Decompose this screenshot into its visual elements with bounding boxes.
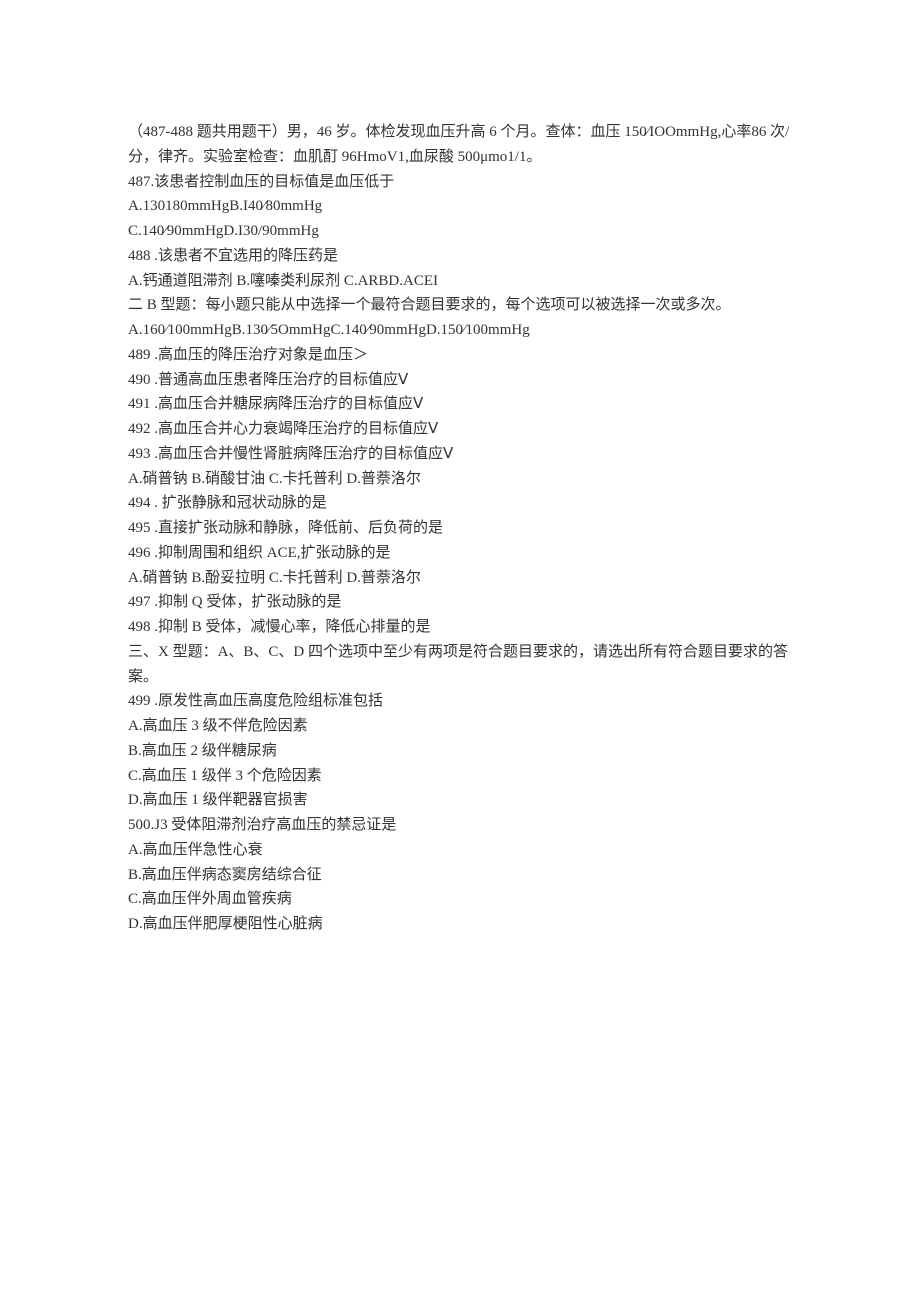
question-491: 491 .高血压合并糖尿病降压治疗的目标值应Ⅴ xyxy=(128,392,792,417)
shared-options-497-498: A.硝普钠 B.酚妥拉明 C.卡托普利 D.普萘洛尔 xyxy=(128,566,792,591)
option-499-d: D.高血压 1 级伴靶器官损害 xyxy=(128,788,792,813)
options-487-ab: A.130180mmHgB.I40∕80mmHg xyxy=(128,194,792,219)
document-body: （487-488 题共用题干）男，46 岁。体检发现血压升高 6 个月。查体：血… xyxy=(128,120,792,937)
section-b-heading: 二 B 型题：每小题只能从中选择一个最符合题目要求的，每个选项可以被选择一次或多… xyxy=(128,293,792,318)
question-498: 498 .抑制 B 受体，减慢心率，降低心排量的是 xyxy=(128,615,792,640)
shared-options-489-493: A.160∕100mmHgB.130∕5OmmHgC.140∕90mmHgD.1… xyxy=(128,318,792,343)
question-490: 490 .普通高血压患者降压治疗的目标值应Ⅴ xyxy=(128,368,792,393)
section-x-heading: 三、X 型题：A、B、C、D 四个选项中至少有两项是符合题目要求的，请选出所有符… xyxy=(128,640,792,690)
option-499-b: B.高血压 2 级伴糖尿病 xyxy=(128,739,792,764)
question-496: 496 .抑制周围和组织 ACE,扩张动脉的是 xyxy=(128,541,792,566)
option-499-a: A.高血压 3 级不伴危险因素 xyxy=(128,714,792,739)
options-488: A.钙通道阻滞剂 B.噻嗪类利尿剂 C.ARBD.ACEI xyxy=(128,269,792,294)
question-495: 495 .直接扩张动脉和静脉，降低前、后负荷的是 xyxy=(128,516,792,541)
question-494: 494 . 扩张静脉和冠状动脉的是 xyxy=(128,491,792,516)
question-500: 500.J3 受体阻滞剂治疗高血压的禁忌证是 xyxy=(128,813,792,838)
question-499: 499 .原发性高血压高度危险组标准包括 xyxy=(128,689,792,714)
question-487: 487.该患者控制血压的目标值是血压低于 xyxy=(128,170,792,195)
case-stem: （487-488 题共用题干）男，46 岁。体检发现血压升高 6 个月。查体：血… xyxy=(128,120,792,170)
question-488: 488 .该患者不宜选用的降压药是 xyxy=(128,244,792,269)
question-497: 497 .抑制 Q 受体，扩张动脉的是 xyxy=(128,590,792,615)
option-500-b: B.高血压伴病态窦房结综合征 xyxy=(128,863,792,888)
option-500-d: D.高血压伴肥厚梗阻性心脏病 xyxy=(128,912,792,937)
question-492: 492 .高血压合并心力衰竭降压治疗的目标值应Ⅴ xyxy=(128,417,792,442)
question-489: 489 .高血压的降压治疗对象是血压＞ xyxy=(128,343,792,368)
option-500-a: A.高血压伴急性心衰 xyxy=(128,838,792,863)
option-499-c: C.高血压 1 级伴 3 个危险因素 xyxy=(128,764,792,789)
option-500-c: C.高血压伴外周血管疾病 xyxy=(128,887,792,912)
options-487-cd: C.140∕90mmHgD.I30/90mmHg xyxy=(128,219,792,244)
shared-options-494-496: A.硝普钠 B.硝酸甘油 C.卡托普利 D.普萘洛尔 xyxy=(128,467,792,492)
question-493: 493 .高血压合并慢性肾脏病降压治疗的目标值应Ⅴ xyxy=(128,442,792,467)
